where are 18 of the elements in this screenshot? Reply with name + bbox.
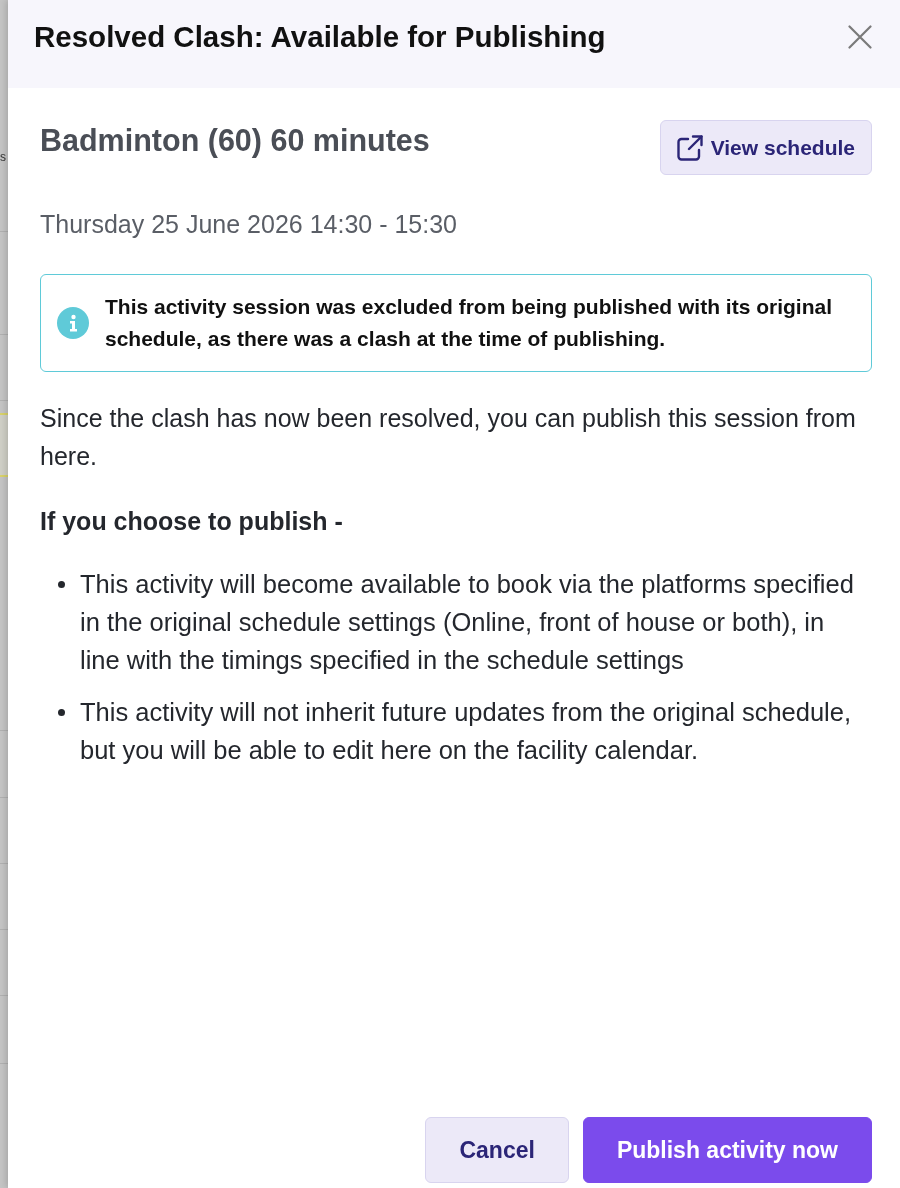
close-button[interactable] (848, 25, 872, 49)
list-item-text: This activity will not inherit future updates from the original schedule, but you will be able to edit here on the facility calendar. (80, 697, 853, 766)
view-schedule-button[interactable]: View schedule (659, 120, 872, 175)
session-name: Badminton (60) 60 minutes (40, 122, 430, 160)
close-icon (848, 25, 872, 49)
session-datetime: Thursday 25 June 2026 14:30 - 15:30 (40, 209, 458, 240)
dialog-title: Resolved Clash: Available for Publishing (34, 19, 606, 55)
publish-heading: If you choose to publish - (40, 506, 344, 537)
bullet-icon (58, 709, 65, 716)
external-link-icon (676, 134, 703, 161)
backdrop-text: s (0, 150, 6, 164)
description-text: Since the clash has now been resolved, you can publish this session from here. (40, 403, 857, 472)
publish-button[interactable]: Publish activity now (582, 1117, 872, 1183)
list-item-text: This activity will become available to book via the platforms specified in the original schedule settings (Online, front of house or both), in line with the timings specified in the schedule settings (80, 569, 855, 676)
notice-text: This activity session was excluded from being published with its original schedule, as there was a clash at the time of publishing. (105, 294, 833, 352)
info-icon (57, 307, 89, 339)
bullet-icon (58, 581, 65, 588)
cancel-button[interactable]: Cancel (425, 1117, 569, 1183)
